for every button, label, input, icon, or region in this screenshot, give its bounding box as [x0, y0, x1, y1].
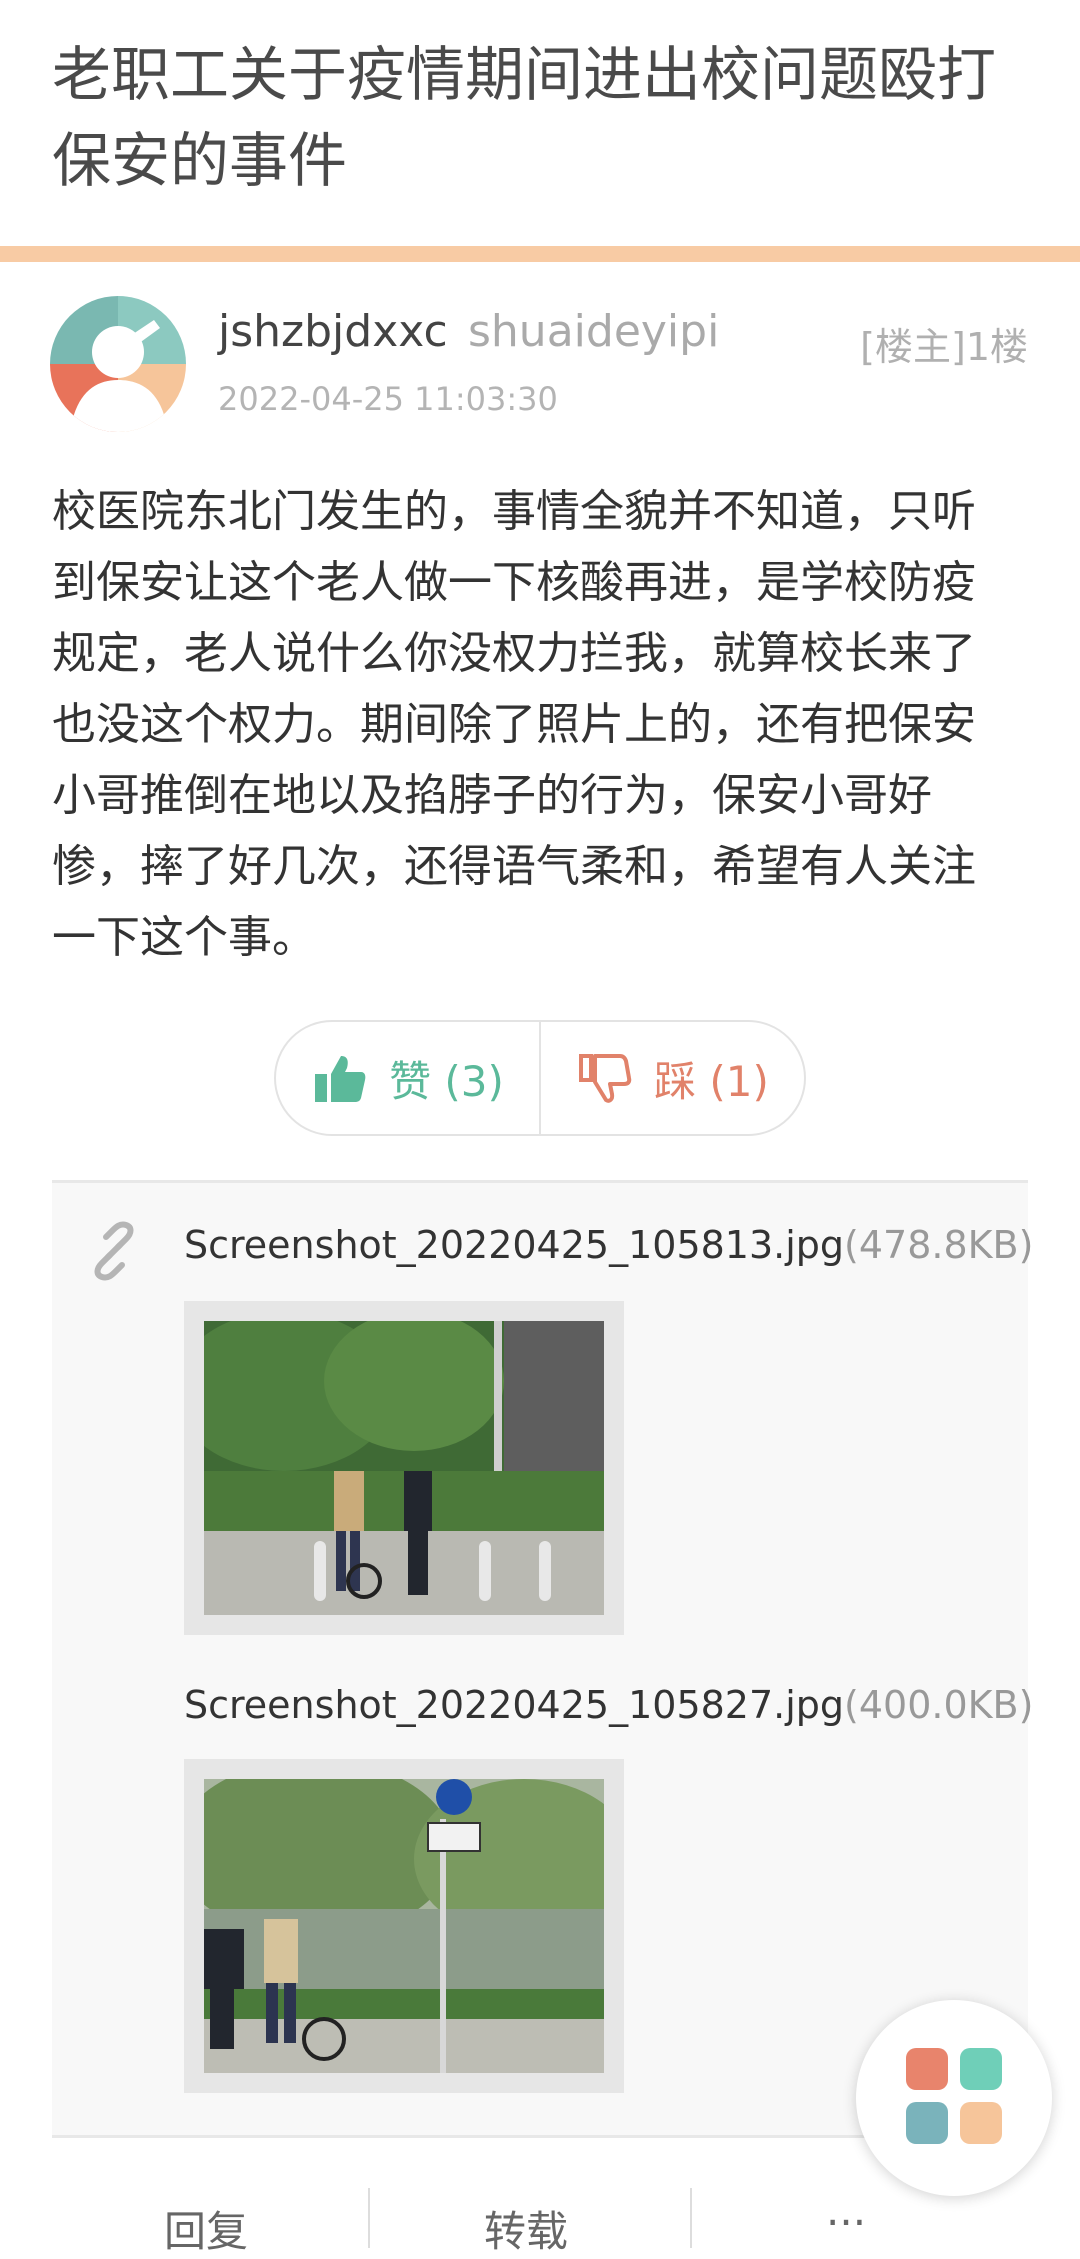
avatar[interactable] [50, 296, 186, 432]
author-alt-name[interactable]: shuaideyipi [468, 306, 719, 357]
thumbs-down-icon [579, 1054, 632, 1103]
like-button[interactable]: 赞 (3) [276, 1022, 539, 1134]
app-menu-button[interactable] [856, 2000, 1052, 2196]
like-count: 赞 (3) [389, 1056, 504, 1106]
repost-button[interactable]: 转载 [484, 2198, 568, 2259]
attachment-1-thumbnail[interactable] [184, 1301, 624, 1635]
thumbs-up-icon [315, 1056, 366, 1102]
author-name[interactable]: jshzbjdxxc [218, 306, 448, 357]
dislike-count: 踩 (1) [654, 1056, 769, 1106]
more-button[interactable]: ··· [826, 2198, 866, 2247]
action-divider [690, 2188, 692, 2248]
floor-label: [楼主]1楼 [860, 325, 1028, 369]
post-timestamp: 2022-04-25 11:03:30 [218, 380, 558, 418]
attachment-2-thumbnail[interactable] [184, 1759, 624, 2093]
attachment-2-link[interactable]: Screenshot_20220425_105827.jpg(400.0KB) [184, 1683, 1033, 1727]
action-divider [368, 2188, 370, 2248]
reply-button[interactable]: 回复 [164, 2198, 248, 2259]
title-divider [0, 246, 1080, 262]
dislike-button[interactable]: 踩 (1) [539, 1022, 804, 1134]
link-icon [82, 1219, 146, 1287]
attachment-1-name: Screenshot_20220425_105813.jpg [184, 1223, 845, 1267]
post-content: 校医院东北门发生的，事情全貌并不知道，只听到保安让这个老人做一下核酸再进，是学校… [52, 486, 976, 963]
avatar-icon [50, 296, 186, 432]
post-header: 老职工关于疫情期间进出校问题殴打保安的事件 [0, 0, 1080, 262]
attachment-2-size: (400.0KB) [844, 1683, 1034, 1727]
vote-group: 赞 (3) 踩 (1) [274, 1020, 806, 1136]
attachment-2-name: Screenshot_20220425_105827.jpg [184, 1683, 845, 1727]
attachment-1-size: (478.8KB) [844, 1223, 1034, 1267]
attachments-panel: Screenshot_20220425_105813.jpg(478.8KB) … [52, 1180, 1033, 2138]
attachment-1-link[interactable]: Screenshot_20220425_105813.jpg(478.8KB) [184, 1223, 1033, 1267]
post-title: 老职工关于疫情期间进出校问题殴打保安的事件 [52, 40, 997, 195]
